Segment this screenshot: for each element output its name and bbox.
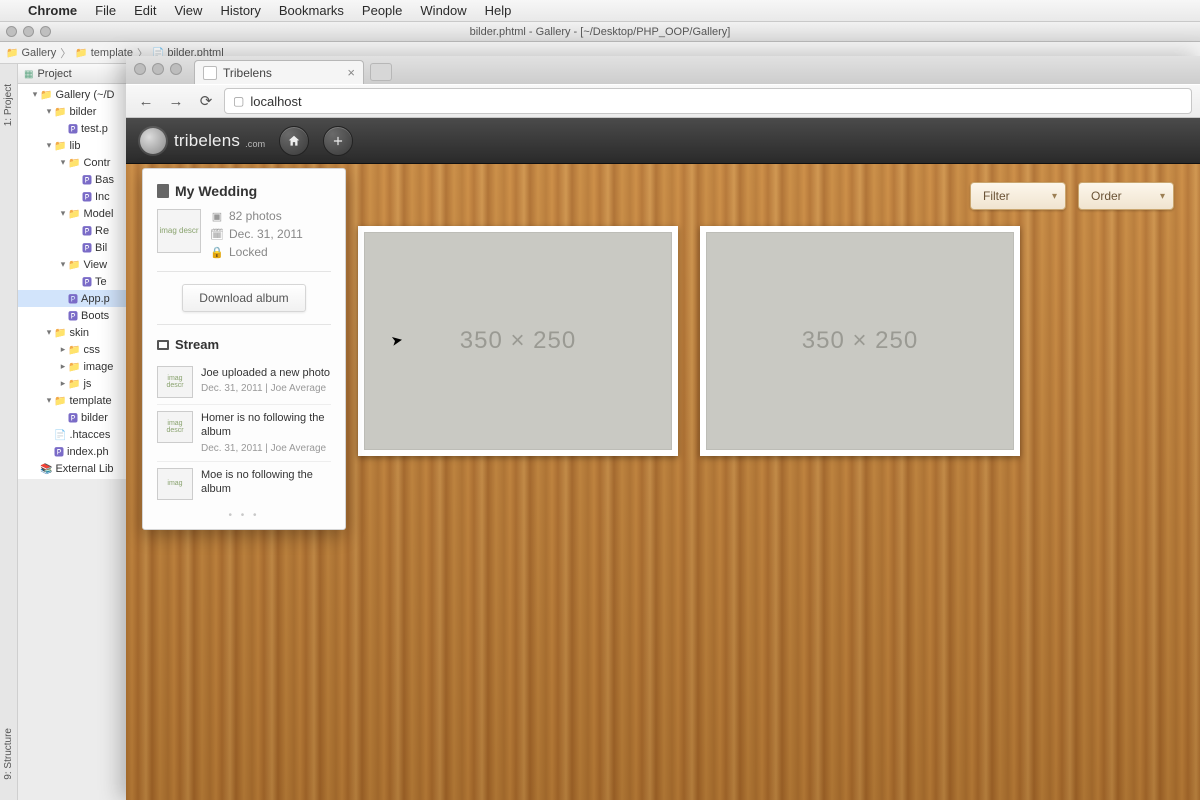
- photos-icon: ▣: [211, 210, 223, 223]
- ide-traffic-lights[interactable]: [6, 26, 51, 37]
- close-icon[interactable]: ×: [347, 65, 355, 80]
- album-lock: Locked: [229, 245, 268, 259]
- chrome-tabstrip: Tribelens ×: [126, 56, 1200, 84]
- menu-window[interactable]: Window: [420, 3, 466, 18]
- brand-suffix: .com: [245, 139, 265, 149]
- chrome-tab[interactable]: Tribelens ×: [194, 60, 364, 84]
- album-date: Dec. 31, 2011: [229, 227, 303, 241]
- album-side-panel: My Wedding imag descr ▣ 82 photos 🗓 Dec. 3…: [142, 168, 346, 530]
- menu-help[interactable]: Help: [485, 3, 512, 18]
- stream-subtext: Dec. 31, 2011 | Joe Average: [201, 442, 331, 455]
- menu-bookmarks[interactable]: Bookmarks: [279, 3, 344, 18]
- album-title: My Wedding: [175, 183, 257, 199]
- gutter-tab-project[interactable]: 1: Project: [3, 84, 14, 126]
- folder-icon: [6, 47, 18, 59]
- stream-thumb: imag descr: [157, 411, 193, 443]
- url-text: localhost: [250, 94, 301, 109]
- menu-app-name[interactable]: Chrome: [28, 3, 77, 18]
- new-tab-button[interactable]: [370, 63, 392, 81]
- chrome-viewport: tribelens .com Filter Order 350 × 250 35…: [126, 118, 1200, 800]
- ide-left-gutter: 1: Project 9: Structure: [0, 64, 18, 800]
- favicon-icon: [203, 66, 217, 80]
- home-button[interactable]: [279, 126, 309, 156]
- photo-card[interactable]: 350 × 250: [358, 226, 678, 456]
- menu-edit[interactable]: Edit: [134, 3, 156, 18]
- gallery-cards: 350 × 250 350 × 250: [358, 226, 1020, 456]
- chrome-window: Tribelens × ← → ⟳ ▢ localhost tribelens …: [126, 56, 1200, 800]
- photo-card[interactable]: 350 × 250: [700, 226, 1020, 456]
- stream-thumb: imag descr: [157, 366, 193, 398]
- stream-title: Stream: [175, 337, 219, 352]
- add-button[interactable]: [323, 126, 353, 156]
- menu-people[interactable]: People: [362, 3, 402, 18]
- resize-grip[interactable]: • • •: [157, 506, 331, 523]
- project-label: Project: [37, 68, 71, 80]
- stream-thumb: imag: [157, 468, 193, 500]
- order-dropdown[interactable]: Order: [1078, 182, 1174, 210]
- logo-icon: [140, 128, 166, 154]
- tab-title: Tribelens: [223, 66, 272, 80]
- placeholder-image: 350 × 250: [706, 232, 1014, 450]
- plus-icon: [331, 134, 345, 148]
- stream-text: Joe uploaded a new photo: [201, 366, 330, 380]
- chrome-toolbar: ← → ⟳ ▢ localhost: [126, 84, 1200, 118]
- stream-item[interactable]: imag descr Joe uploaded a new photo Dec. 3…: [157, 360, 331, 404]
- mac-menubar: Chrome File Edit View History Bookmarks …: [0, 0, 1200, 22]
- album-thumb[interactable]: imag descr: [157, 209, 201, 253]
- chrome-traffic-lights[interactable]: [134, 63, 182, 75]
- menu-file[interactable]: File: [95, 3, 116, 18]
- stream-text: Homer is no following the album: [201, 411, 331, 440]
- project-icon: [24, 68, 33, 80]
- back-button[interactable]: ←: [134, 89, 158, 113]
- calendar-icon: 🗓: [211, 228, 223, 241]
- album-title-row: My Wedding: [157, 183, 331, 199]
- app-body: Filter Order 350 × 250 350 × 250 My Wedd…: [126, 164, 1200, 800]
- filter-dropdown[interactable]: Filter: [970, 182, 1066, 210]
- brand[interactable]: tribelens .com: [140, 128, 265, 154]
- forward-button[interactable]: →: [164, 89, 188, 113]
- folder-icon: [75, 47, 87, 59]
- app-header: tribelens .com: [126, 118, 1200, 164]
- home-icon: [287, 134, 301, 148]
- album-photo-count: 82 photos: [229, 209, 282, 223]
- ide-titlebar: bilder.phtml - Gallery - [~/Desktop/PHP_…: [0, 22, 1200, 42]
- address-bar[interactable]: ▢ localhost: [224, 88, 1192, 114]
- ide-title: bilder.phtml - Gallery - [~/Desktop/PHP_…: [470, 26, 731, 38]
- brand-text: tribelens: [174, 131, 240, 151]
- placeholder-image: 350 × 250: [364, 232, 672, 450]
- download-album-button[interactable]: Download album: [182, 284, 305, 312]
- stream-icon: [157, 340, 169, 350]
- stream-subtext: Dec. 31, 2011 | Joe Average: [201, 382, 330, 395]
- stream-text: Moe is no following the album: [201, 468, 331, 497]
- stream-heading: Stream: [157, 337, 331, 352]
- stream-item[interactable]: imag descr Homer is no following the albu…: [157, 404, 331, 461]
- page-icon: ▢: [233, 94, 244, 108]
- stream-item[interactable]: imag Moe is no following the album: [157, 461, 331, 506]
- gallery-toolbar: Filter Order: [970, 182, 1174, 210]
- menu-history[interactable]: History: [220, 3, 260, 18]
- menu-view[interactable]: View: [174, 3, 202, 18]
- lock-icon: 🔒: [211, 246, 223, 259]
- album-icon: [157, 184, 169, 198]
- reload-button[interactable]: ⟳: [194, 89, 218, 113]
- gutter-tab-structure[interactable]: 9: Structure: [3, 728, 14, 780]
